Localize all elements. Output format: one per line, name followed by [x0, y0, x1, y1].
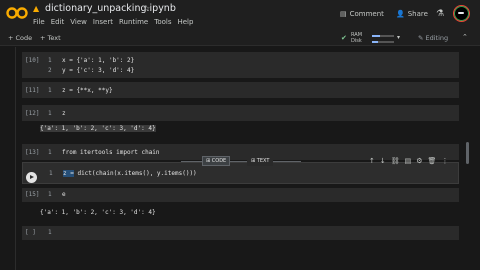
insert-divider: [181, 161, 301, 162]
scrollbar[interactable]: [466, 142, 469, 164]
move-up-icon[interactable]: ↑: [369, 157, 375, 165]
share-button[interactable]: 👤 Share: [396, 10, 428, 18]
insert-cell-bar: ⊞ CODE ⊞ TEXT: [181, 156, 301, 167]
line-number: 1: [48, 229, 52, 236]
editing-label: Editing: [425, 34, 449, 42]
collapse-icon[interactable]: ⌃: [462, 33, 468, 41]
line-number: 2: [48, 67, 52, 74]
more-icon[interactable]: ⋮: [441, 157, 448, 165]
line-number: 1: [48, 110, 52, 117]
flask-icon[interactable]: ⚗: [436, 9, 444, 19]
code-text: from itertools import chain: [62, 149, 160, 156]
insert-text-button[interactable]: ⊞ TEXT: [247, 156, 274, 166]
exec-count: [12]: [25, 110, 40, 117]
code-line[interactable]: e: [62, 191, 66, 198]
add-code-button[interactable]: + Code: [8, 34, 32, 42]
code-text: x = {'a': 1, 'b': 2}: [62, 57, 135, 64]
exec-count: [15]: [25, 191, 40, 198]
resource-monitor[interactable]: RAM Disk: [351, 32, 362, 44]
line-number: 1: [48, 57, 52, 64]
run-cell-button[interactable]: [26, 172, 37, 183]
chevron-down-icon[interactable]: ▾: [397, 34, 400, 41]
insert-text-label: TEXT: [256, 158, 270, 164]
exec-count: [ ]: [25, 229, 36, 236]
code-cell[interactable]: [ ] 1: [22, 226, 459, 240]
exec-count: [10]: [25, 57, 40, 64]
line-number: 1: [49, 170, 53, 177]
menu-tools[interactable]: Tools: [154, 18, 171, 26]
code-line[interactable]: x = {'a': 1, 'b': 2}: [62, 57, 134, 64]
menu-bar: File Edit View Insert Runtime Tools Help: [33, 18, 193, 26]
code-cell[interactable]: [15] 1 e: [22, 188, 459, 202]
code-line[interactable]: z = dict(chain(x.items(), y.items())): [63, 170, 197, 177]
code-line[interactable]: y = {'c': 3, 'd': 4}: [62, 67, 134, 74]
insert-code-button[interactable]: ⊞ CODE: [202, 156, 231, 166]
menu-edit[interactable]: Edit: [51, 18, 65, 26]
colab-logo-icon[interactable]: [6, 6, 28, 20]
code-text: z = {**x, **y}: [62, 87, 113, 94]
delete-icon[interactable]: 🗑: [428, 157, 437, 165]
add-text-button[interactable]: + Text: [40, 34, 61, 42]
move-down-icon[interactable]: ↓: [380, 157, 386, 165]
insert-code-label: CODE: [211, 158, 227, 164]
comment-button[interactable]: ▤ Comment: [340, 10, 384, 18]
code-text: z = dict(chain(x.items(), y.items())): [63, 170, 197, 177]
connected-check-icon: ✔: [341, 34, 347, 42]
code-line[interactable]: from itertools import chain: [62, 149, 160, 156]
toolbar: + Code + Text ✔ RAM Disk ▾ ✎ Editing ⌃: [0, 31, 480, 46]
line-number: 1: [48, 191, 52, 198]
settings-icon[interactable]: ⚙: [416, 157, 422, 165]
code-cell[interactable]: [10] 1 x = {'a': 1, 'b': 2} 2 y = {'c': …: [22, 52, 459, 78]
cell-output: {'a': 1, 'b': 2, 'c': 3, 'd': 4}: [40, 209, 156, 216]
notebook-title[interactable]: dictionary_unpacking.ipynb: [45, 3, 176, 14]
line-number: 1: [48, 149, 52, 156]
cell-output: {'a': 1, 'b': 2, 'c': 3, 'd': 4}: [40, 125, 156, 132]
code-text: y = {'c': 3, 'd': 4}: [62, 67, 135, 74]
link-icon[interactable]: ⛓: [391, 157, 400, 165]
menu-file[interactable]: File: [33, 18, 45, 26]
menu-insert[interactable]: Insert: [93, 18, 113, 26]
code-line[interactable]: z = {**x, **y}: [62, 87, 113, 94]
share-icon: 👤: [396, 10, 405, 18]
cell-toolbar: ↑ ↓ ⛓ ▤ ⚙ 🗑 ⋮: [369, 157, 448, 165]
menu-runtime[interactable]: Runtime: [119, 18, 148, 26]
notebook: [10] 1 x = {'a': 1, 'b': 2} 2 y = {'c': …: [0, 47, 480, 270]
comment-icon[interactable]: ▤: [405, 157, 412, 165]
disk-meter: [372, 41, 394, 43]
star-icon[interactable]: ☆: [143, 4, 150, 13]
code-cell[interactable]: [11] 1 z = {**x, **y}: [22, 82, 459, 98]
avatar[interactable]: [453, 5, 470, 22]
editing-mode[interactable]: ✎ Editing: [418, 34, 448, 42]
share-label: Share: [407, 10, 428, 18]
exec-count: [11]: [25, 87, 40, 94]
comment-icon: ▤: [340, 10, 347, 18]
menu-help[interactable]: Help: [177, 18, 193, 26]
code-cell[interactable]: [12] 1 z: [22, 105, 459, 121]
code-text: e: [62, 191, 66, 198]
drive-icon: ▲: [33, 4, 40, 13]
comment-label: Comment: [349, 10, 384, 18]
header: ▲ dictionary_unpacking.ipynb ☆ File Edit…: [0, 0, 480, 31]
disk-label: Disk: [351, 38, 362, 44]
ram-meter: [372, 35, 394, 37]
code-text: z: [62, 110, 66, 117]
code-line[interactable]: z: [62, 110, 66, 117]
exec-count: [13]: [25, 149, 40, 156]
cell-gutter-line: [15, 47, 16, 270]
menu-view[interactable]: View: [70, 18, 87, 26]
line-number: 1: [48, 87, 52, 94]
